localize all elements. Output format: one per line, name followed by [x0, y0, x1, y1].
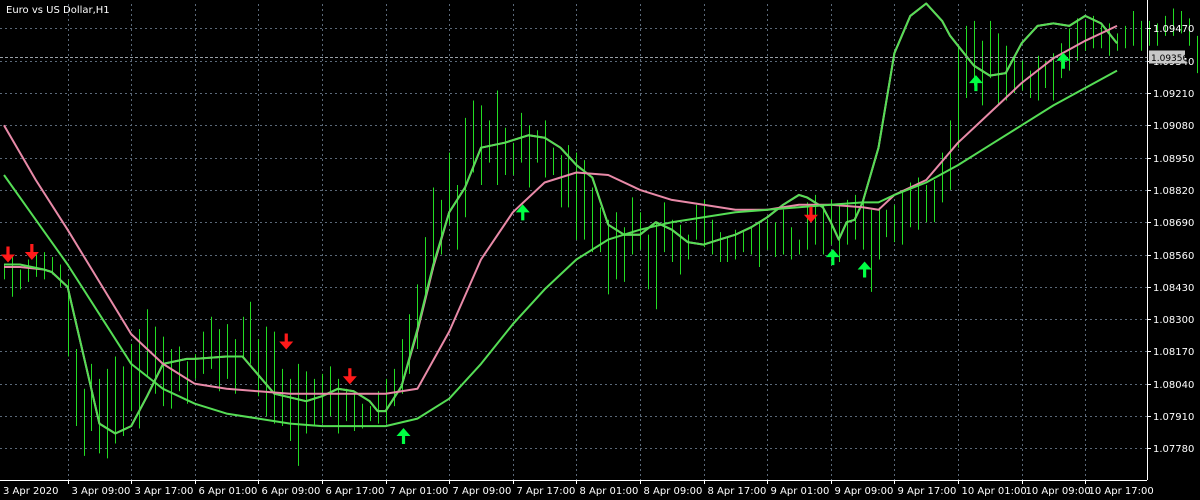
- price-tick-label: 1.07910: [1153, 412, 1194, 423]
- current-price-tag: 1.09356: [1149, 50, 1188, 64]
- price-tick-label: 1.08820: [1153, 186, 1194, 197]
- time-tick-label: 3 Apr 17:00: [135, 486, 194, 497]
- time-tick-label: 10 Apr 01:00: [962, 486, 1027, 497]
- price-tick-label: 1.08170: [1153, 347, 1194, 358]
- time-tick-label: 9 Apr 01:00: [771, 486, 830, 497]
- time-tick-label: 8 Apr 17:00: [708, 486, 767, 497]
- time-tick-label: 7 Apr 09:00: [453, 486, 512, 497]
- price-tick-label: 1.09210: [1153, 89, 1194, 100]
- time-tick-label: 9 Apr 17:00: [898, 486, 957, 497]
- price-tick-label: 1.08300: [1153, 315, 1194, 326]
- price-tick-label: 1.08430: [1153, 283, 1194, 294]
- price-chart[interactable]: 1.094701.093401.092101.090801.089501.088…: [0, 0, 1200, 500]
- time-tick-label: 7 Apr 17:00: [517, 486, 576, 497]
- chart-title: Euro vs US Dollar,H1: [6, 5, 110, 16]
- chart-window: 1.094701.093401.092101.090801.089501.088…: [0, 0, 1200, 500]
- price-tick-label: 1.08690: [1153, 218, 1194, 229]
- time-tick-label: 7 Apr 01:00: [390, 486, 449, 497]
- time-tick-label: 6 Apr 17:00: [326, 486, 385, 497]
- time-tick-label: 8 Apr 01:00: [580, 486, 639, 497]
- time-tick-label: 10 Apr 17:00: [1089, 486, 1154, 497]
- time-tick-label: 8 Apr 09:00: [644, 486, 703, 497]
- time-tick-label: 3 Apr 2020: [3, 486, 58, 497]
- price-tick-label: 1.08560: [1153, 251, 1194, 262]
- time-tick-label: 9 Apr 09:00: [835, 486, 894, 497]
- price-tick-label: 1.09470: [1153, 24, 1194, 35]
- current-price-label: 1.09356: [1151, 54, 1188, 64]
- time-tick-label: 6 Apr 01:00: [199, 486, 258, 497]
- time-tick-label: 6 Apr 09:00: [262, 486, 321, 497]
- price-tick-label: 1.08950: [1153, 154, 1194, 165]
- price-tick-label: 1.08040: [1153, 380, 1194, 391]
- time-tick-label: 3 Apr 09:00: [72, 486, 131, 497]
- time-tick-label: 10 Apr 09:00: [1026, 486, 1091, 497]
- price-tick-label: 1.07780: [1153, 444, 1194, 455]
- price-tick-label: 1.09080: [1153, 121, 1194, 132]
